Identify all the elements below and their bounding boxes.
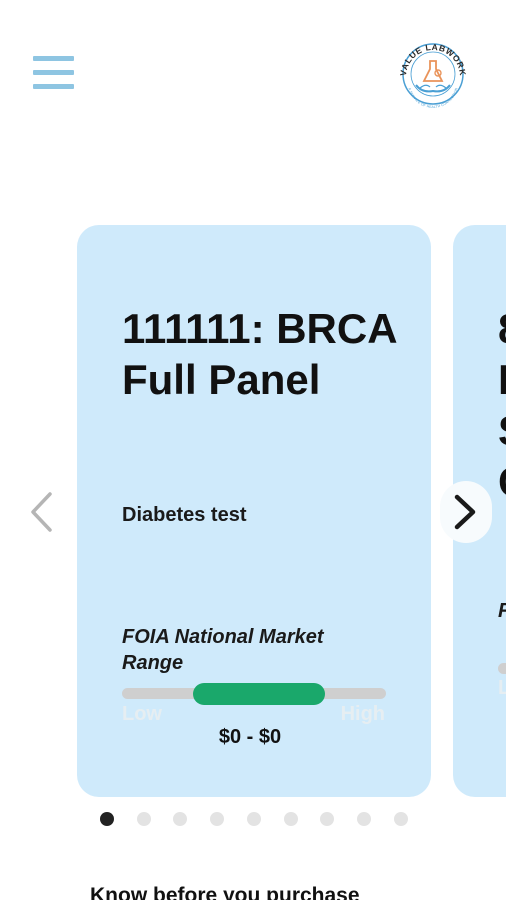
- pagination-dot[interactable]: [320, 812, 335, 826]
- range-label: FOIA National Market Range: [122, 626, 324, 674]
- page: VALUE LABWORK A SERVICE OF HEALTH CONNEC…: [0, 0, 506, 900]
- logo-emblem: VALUE LABWORK A SERVICE OF HEALTH CONNEC…: [398, 42, 468, 109]
- price-range-fill: [193, 683, 326, 705]
- chevron-left-icon[interactable]: [22, 488, 62, 536]
- hamburger-menu-icon[interactable]: [33, 56, 74, 90]
- value-labwork-logo[interactable]: VALUE LABWORK A SERVICE OF HEALTH CONNEC…: [392, 33, 474, 115]
- pagination-dot[interactable]: [100, 812, 114, 826]
- pagination-dot[interactable]: [283, 812, 298, 826]
- know-before-you-purchase-heading: Know before you purchase: [90, 884, 360, 900]
- next-card-range-low-fragment: L: [498, 677, 506, 699]
- test-card[interactable]: 111111: BRCA Full Panel Diabetes test FO…: [77, 225, 431, 797]
- pagination-dot[interactable]: [173, 812, 188, 826]
- pagination-dot[interactable]: [356, 812, 371, 826]
- next-card-title-fragment: 8 I S C: [498, 305, 506, 505]
- price-range-track: [122, 683, 386, 705]
- pagination-dot[interactable]: [246, 812, 261, 826]
- chevron-right-icon[interactable]: [440, 481, 492, 543]
- test-code-title: 111111: BRCA Full Panel: [122, 305, 396, 403]
- next-card-range-label-fragment: F F: [498, 598, 506, 624]
- price-range-value: $0 - $0: [218, 726, 282, 748]
- next-card-range-track: [498, 663, 506, 674]
- pagination-dot[interactable]: [136, 812, 151, 826]
- pagination-dot[interactable]: [393, 812, 408, 826]
- test-description: Diabetes test: [122, 504, 247, 526]
- range-high-label: High: [340, 703, 385, 725]
- pagination-dot[interactable]: [210, 812, 225, 826]
- range-low-label: Low: [122, 703, 162, 725]
